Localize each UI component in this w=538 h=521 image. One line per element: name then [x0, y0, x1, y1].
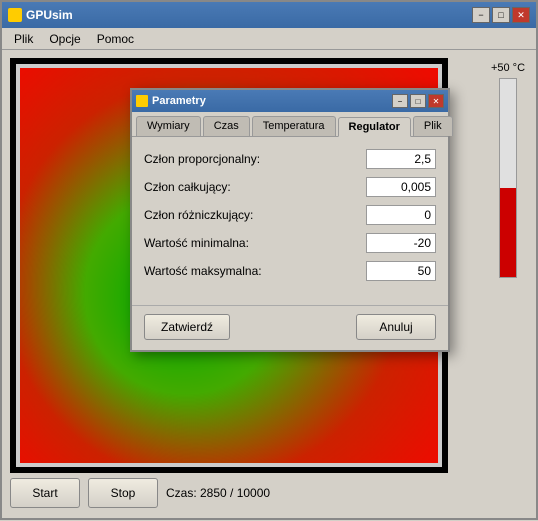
label-min: Wartość minimalna:	[144, 236, 366, 250]
bottom-bar: Start Stop Czas: 2850 / 10000	[10, 473, 528, 513]
label-proportional: Człon proporcjonalny:	[144, 152, 366, 166]
main-title-text: GPUsim	[26, 8, 73, 22]
confirm-button[interactable]: Zatwierdź	[144, 314, 230, 340]
thermometer-area: +50 °C	[488, 58, 528, 473]
main-content: +50 °C Parametry − □ ✕	[2, 50, 536, 521]
main-title-bar: GPUsim − □ ✕	[2, 2, 536, 28]
gpu-display-area: +50 °C Parametry − □ ✕	[10, 58, 528, 473]
status-text: Czas: 2850 / 10000	[166, 486, 270, 500]
dialog-title-bar: Parametry − □ ✕	[132, 90, 448, 112]
input-min[interactable]	[366, 233, 436, 253]
tab-czas[interactable]: Czas	[203, 116, 250, 136]
dialog-title-icon	[136, 95, 148, 107]
main-title-icon	[8, 8, 22, 22]
menu-opcje[interactable]: Opcje	[41, 30, 88, 48]
input-max[interactable]	[366, 261, 436, 281]
thermo-bar-background	[499, 78, 517, 278]
menu-bar: Plik Opcje Pomoc	[2, 28, 536, 50]
main-title-buttons: − □ ✕	[472, 7, 530, 23]
dialog-close-btn[interactable]: ✕	[428, 94, 444, 108]
form-row-2: Człon różniczkujący:	[144, 205, 436, 225]
menu-pomoc[interactable]: Pomoc	[89, 30, 142, 48]
label-derivative: Człon różniczkujący:	[144, 208, 366, 222]
form-row-4: Wartość maksymalna:	[144, 261, 436, 281]
dialog-maximize-btn[interactable]: □	[410, 94, 426, 108]
form-row-1: Człon całkujący:	[144, 177, 436, 197]
main-maximize-btn[interactable]: □	[492, 7, 510, 23]
dialog-minimize-btn[interactable]: −	[392, 94, 408, 108]
dialog-title-buttons: − □ ✕	[392, 94, 444, 108]
input-derivative[interactable]	[366, 205, 436, 225]
cancel-button[interactable]: Anuluj	[356, 314, 436, 340]
tab-wymiary[interactable]: Wymiary	[136, 116, 201, 136]
dialog-parametry: Parametry − □ ✕ Wymiary Czas Temperatura…	[130, 88, 450, 352]
thermo-bar-fill	[500, 188, 516, 277]
dialog-footer: Zatwierdź Anuluj	[132, 305, 448, 350]
tabs-bar: Wymiary Czas Temperatura Regulator Plik	[132, 112, 448, 137]
input-integral[interactable]	[366, 177, 436, 197]
main-close-btn[interactable]: ✕	[512, 7, 530, 23]
form-row-0: Człon proporcjonalny:	[144, 149, 436, 169]
tab-plik[interactable]: Plik	[413, 116, 453, 136]
thermo-label: +50 °C	[491, 62, 525, 74]
main-window: GPUsim − □ ✕ Plik Opcje Pomoc +50 °C	[0, 0, 538, 520]
form-row-3: Wartość minimalna:	[144, 233, 436, 253]
label-integral: Człon całkujący:	[144, 180, 366, 194]
dialog-body: Człon proporcjonalny: Człon całkujący: C…	[132, 137, 448, 301]
start-button[interactable]: Start	[10, 478, 80, 508]
input-proportional[interactable]	[366, 149, 436, 169]
tab-regulator[interactable]: Regulator	[338, 117, 411, 137]
dialog-title-text: Parametry	[152, 95, 206, 107]
label-max: Wartość maksymalna:	[144, 264, 366, 278]
stop-button[interactable]: Stop	[88, 478, 158, 508]
main-minimize-btn[interactable]: −	[472, 7, 490, 23]
menu-plik[interactable]: Plik	[6, 30, 41, 48]
tab-temperatura[interactable]: Temperatura	[252, 116, 336, 136]
